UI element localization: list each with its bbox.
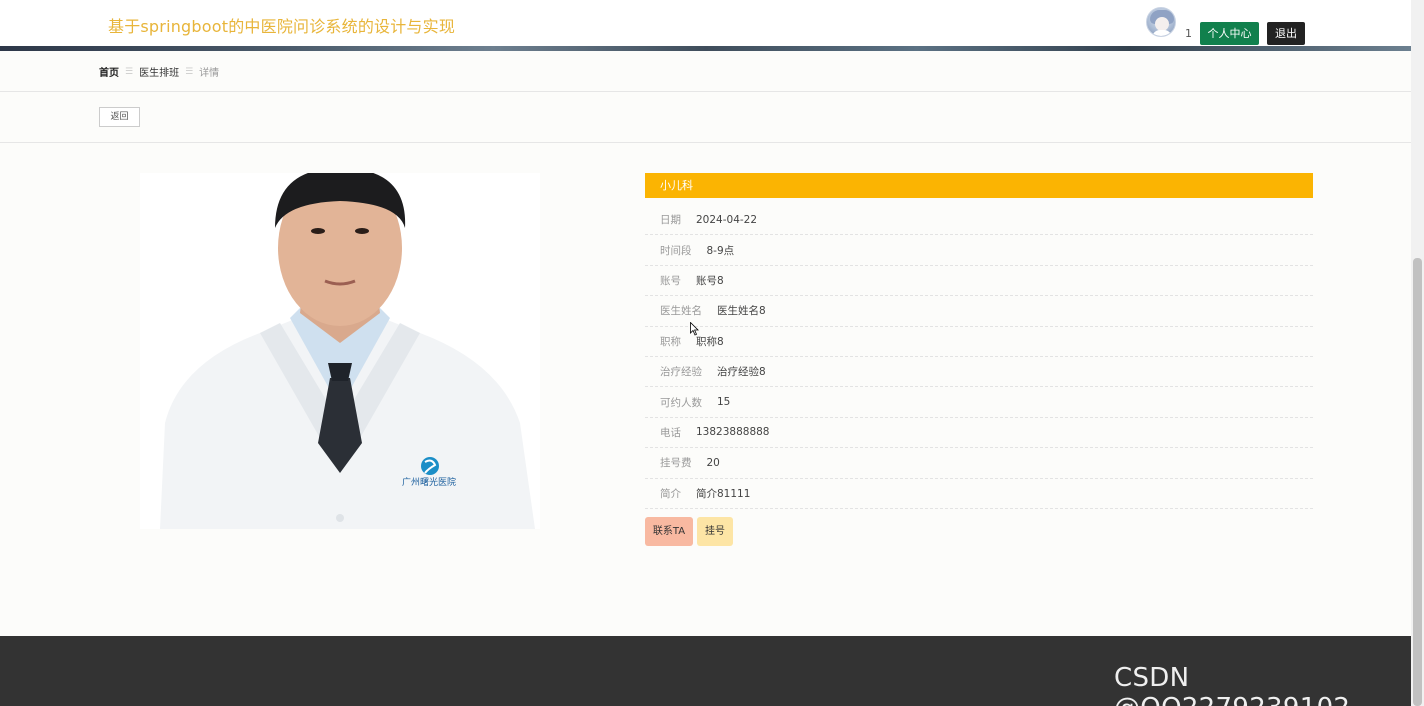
detail-row-fee: 挂号费 20 xyxy=(645,448,1313,479)
register-button[interactable]: 挂号 xyxy=(697,517,733,546)
detail-list: 日期 2024-04-22 时间段 8-9点 账号 账号8 医生姓名 医生姓名8 职称职… xyxy=(645,205,1313,509)
scrollbar-thumb[interactable] xyxy=(1413,258,1422,706)
detail-row-intro: 简介 简介81111 xyxy=(645,479,1313,509)
field-label: 时间段 xyxy=(660,244,692,257)
breadcrumb-separator-icon: ☰ xyxy=(185,66,194,77)
breadcrumb-schedule-link[interactable]: 医生排班 xyxy=(139,64,179,79)
detail-row-capacity: 可约人数 15 xyxy=(645,387,1313,418)
username-label: 1 xyxy=(1185,27,1192,40)
field-value: 15 xyxy=(717,396,731,409)
breadcrumb: 首页 ☰ 医生排班 ☰ 详情 xyxy=(99,64,220,80)
field-label: 简介 xyxy=(660,487,681,500)
page-scrollbar[interactable] xyxy=(1411,0,1424,706)
detail-row-phone: 电话 13823888888 xyxy=(645,418,1313,449)
top-header: 基于springboot的中医院问诊系统的设计与实现 1 个人中心 退出 xyxy=(0,0,1411,50)
personal-center-button[interactable]: 个人中心 xyxy=(1200,22,1259,45)
detail-row-doctor-name: 医生姓名 医生姓名8 xyxy=(645,296,1313,327)
field-label: 可约人数 xyxy=(660,396,702,409)
csdn-watermark: CSDN @QQ2279239102 xyxy=(1114,663,1350,706)
field-label: 电话 xyxy=(660,426,681,439)
field-value: 2024-04-22 xyxy=(696,213,758,226)
department-header: 小儿科 xyxy=(645,173,1313,198)
field-value: 医生姓名8 xyxy=(717,305,766,318)
back-button[interactable]: 返回 xyxy=(99,107,140,127)
detail-row-title: 职称 职称8 xyxy=(645,327,1313,357)
breadcrumb-separator-icon: ☰ xyxy=(125,66,134,77)
field-value: 职称8 xyxy=(696,335,724,348)
field-value: 8-9点 xyxy=(706,244,735,257)
header-banner-strip xyxy=(0,46,1411,51)
divider xyxy=(0,91,1411,92)
avatar-face xyxy=(1155,17,1169,31)
field-value: 13823888888 xyxy=(696,426,770,439)
detail-row-account: 账号 账号8 xyxy=(645,266,1313,297)
field-value: 20 xyxy=(706,456,720,469)
mouse-cursor-icon xyxy=(690,322,699,336)
doctor-photo: 广州曙光医院 xyxy=(140,173,540,529)
divider xyxy=(0,142,1411,143)
breadcrumb-current: 详情 xyxy=(199,68,220,79)
field-label: 医生姓名 xyxy=(660,305,702,318)
breadcrumb-home-link[interactable]: 首页 xyxy=(99,64,119,79)
detail-row-experience: 治疗经验 治疗经验8 xyxy=(645,357,1313,388)
site-title[interactable]: 基于springboot的中医院问诊系统的设计与实现 xyxy=(108,13,455,37)
field-value: 治疗经验8 xyxy=(717,366,766,379)
field-value: 账号8 xyxy=(696,274,724,287)
contact-button[interactable]: 联系TA xyxy=(645,517,693,546)
detail-row-date: 日期 2024-04-22 xyxy=(645,205,1313,236)
field-label: 治疗经验 xyxy=(660,366,702,379)
field-label: 职称 xyxy=(660,335,681,348)
field-label: 账号 xyxy=(660,274,681,287)
detail-row-time-slot: 时间段 8-9点 xyxy=(645,235,1313,266)
avatar-body xyxy=(1152,30,1172,36)
logout-button[interactable]: 退出 xyxy=(1267,22,1305,45)
user-avatar[interactable] xyxy=(1146,7,1176,37)
field-value: 简介81111 xyxy=(696,487,751,500)
field-label: 日期 xyxy=(660,214,681,227)
field-label: 挂号费 xyxy=(660,457,692,470)
coat-badge-text: 广州曙光医院 xyxy=(402,476,456,488)
